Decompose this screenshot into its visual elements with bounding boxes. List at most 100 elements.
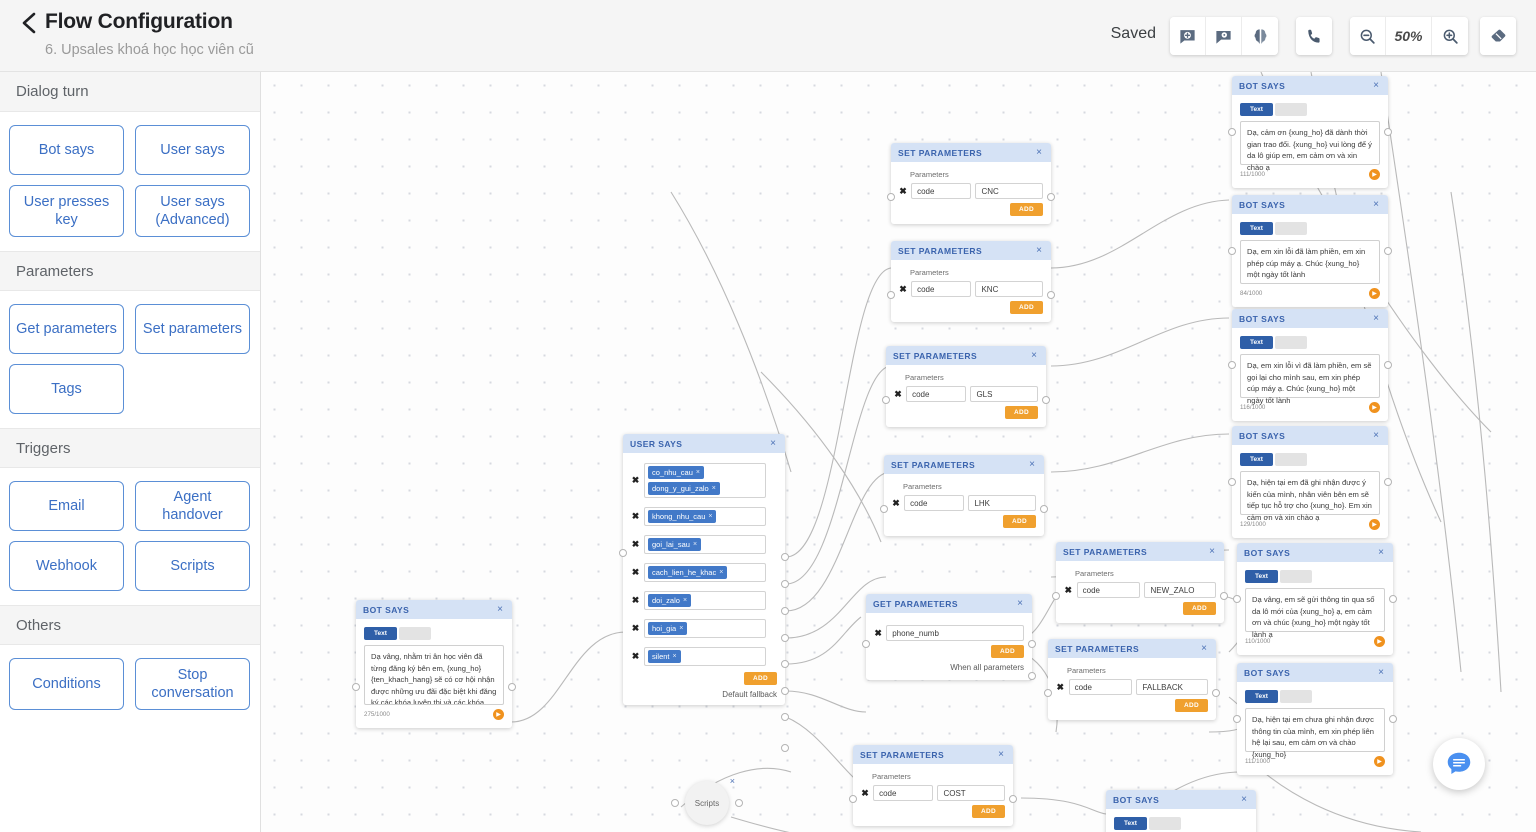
chat-support-button[interactable] bbox=[1433, 738, 1485, 790]
parameter-value-input[interactable]: LHK bbox=[968, 495, 1036, 511]
input-port[interactable] bbox=[849, 795, 857, 803]
input-port[interactable] bbox=[619, 549, 627, 557]
parameter-value-input[interactable]: KNC bbox=[975, 281, 1043, 297]
input-port[interactable] bbox=[1228, 478, 1236, 486]
node-bot-says-3[interactable]: BOT SAYS × Text Dạ, em xin lỗi vì đã làm… bbox=[1228, 309, 1392, 421]
zoom-out-button[interactable] bbox=[1350, 17, 1386, 55]
output-port[interactable] bbox=[1047, 193, 1055, 201]
tab-text[interactable]: Text bbox=[1240, 103, 1273, 116]
sidebar-item-user-presses-key[interactable]: User presses key bbox=[9, 185, 124, 237]
eraser-button[interactable] bbox=[1480, 17, 1516, 55]
tab-placeholder[interactable] bbox=[1279, 690, 1312, 703]
sidebar-item-set-parameters[interactable]: Set parameters bbox=[135, 304, 250, 354]
add-button[interactable]: ADD bbox=[1010, 301, 1043, 314]
node-bot-says-bottom[interactable]: BOT SAYS × Text bbox=[1106, 790, 1256, 832]
when-all-port[interactable] bbox=[1028, 672, 1036, 680]
remove-row-icon[interactable]: ✖ bbox=[861, 788, 869, 799]
sidebar-item-user-says[interactable]: User says bbox=[135, 125, 250, 175]
input-port[interactable] bbox=[880, 505, 888, 513]
output-port[interactable] bbox=[781, 713, 789, 721]
output-port[interactable] bbox=[1389, 715, 1397, 723]
tab-placeholder[interactable] bbox=[1274, 453, 1307, 466]
tab-placeholder[interactable] bbox=[398, 627, 431, 640]
tab-placeholder[interactable] bbox=[1274, 103, 1307, 116]
remove-row-icon[interactable]: ✖ bbox=[892, 498, 900, 509]
close-icon[interactable]: × bbox=[1371, 312, 1381, 326]
add-button[interactable]: ADD bbox=[744, 672, 777, 685]
node-set-parameters-lhk[interactable]: SET PARAMETERS × Parameters ✖ code LHK A… bbox=[880, 455, 1048, 536]
add-button[interactable]: ADD bbox=[1003, 515, 1036, 528]
close-icon[interactable]: × bbox=[996, 748, 1006, 762]
remove-row-icon[interactable]: ✖ bbox=[631, 511, 640, 522]
close-icon[interactable]: × bbox=[1207, 545, 1217, 559]
node-bot-says-4[interactable]: BOT SAYS × Text Dạ, hiện tại em đã ghi n… bbox=[1228, 426, 1392, 538]
tab-placeholder[interactable] bbox=[1274, 222, 1307, 235]
close-icon[interactable]: × bbox=[1371, 198, 1381, 212]
intent-tag[interactable]: goi_lai_sau × bbox=[648, 538, 702, 551]
play-icon[interactable]: ▶ bbox=[1374, 756, 1385, 767]
output-port[interactable] bbox=[508, 683, 516, 691]
remove-row-icon[interactable]: ✖ bbox=[874, 628, 882, 639]
close-icon[interactable]: × bbox=[730, 776, 735, 786]
sidebar-item-user-says-advanced[interactable]: User says (Advanced) bbox=[135, 185, 250, 237]
brain-button[interactable] bbox=[1242, 17, 1278, 55]
remove-row-icon[interactable]: ✖ bbox=[631, 595, 640, 606]
input-port[interactable] bbox=[1233, 715, 1241, 723]
bot-message-text[interactable]: Dạ vâng, nhằm tri ân học viên đã từng đă… bbox=[364, 645, 504, 705]
sidebar-item-get-parameters[interactable]: Get parameters bbox=[9, 304, 124, 354]
intent-tag[interactable]: hoi_gia × bbox=[648, 622, 688, 635]
node-scripts[interactable]: Scripts × bbox=[671, 776, 743, 825]
node-bot-says-2[interactable]: BOT SAYS × Text Dạ, em xin lỗi đã làm ph… bbox=[1228, 195, 1392, 307]
close-icon[interactable]: × bbox=[1376, 666, 1386, 680]
tab-text[interactable]: Text bbox=[1240, 453, 1273, 466]
close-icon[interactable]: × bbox=[495, 603, 505, 617]
sidebar-item-agent-handover[interactable]: Agent handover bbox=[135, 481, 250, 531]
input-port[interactable] bbox=[1228, 247, 1236, 255]
intent-tag-field[interactable]: goi_lai_sau × bbox=[644, 535, 766, 554]
bot-message-text[interactable]: Dạ, hiện tại em chưa ghi nhận được thông… bbox=[1245, 708, 1385, 759]
remove-row-icon[interactable]: ✖ bbox=[631, 567, 640, 578]
tag-remove-icon[interactable]: × bbox=[679, 625, 683, 632]
remove-row-icon[interactable]: ✖ bbox=[1064, 585, 1073, 596]
phone-button[interactable] bbox=[1296, 17, 1332, 55]
node-set-parameters-fallback[interactable]: SET PARAMETERS × Parameters ✖ code FALLB… bbox=[1044, 639, 1220, 720]
output-port[interactable] bbox=[1042, 396, 1050, 404]
sidebar-item-stop-conversation[interactable]: Stop conversation bbox=[135, 658, 250, 710]
node-set-parameters-new-zalo[interactable]: SET PARAMETERS × Parameters ✖ code NEW_Z… bbox=[1052, 542, 1228, 623]
node-user-says[interactable]: USER SAYS × ✖ co_nhu_cau × dong_y_gui_zal… bbox=[619, 434, 789, 752]
bot-message-text[interactable]: Dạ, hiện tại em đã ghi nhận được ý kiến … bbox=[1240, 471, 1380, 522]
parameter-value-input[interactable]: NEW_ZALO bbox=[1144, 582, 1216, 598]
sidebar-item-bot-says[interactable]: Bot says bbox=[9, 125, 124, 175]
close-icon[interactable]: × bbox=[1034, 244, 1044, 258]
intent-tag[interactable]: silent × bbox=[648, 650, 681, 663]
input-port[interactable] bbox=[1233, 595, 1241, 603]
tag-remove-icon[interactable]: × bbox=[719, 569, 723, 576]
intent-tag[interactable]: dong_y_gui_zalo × bbox=[648, 482, 720, 495]
add-button[interactable]: ADD bbox=[1175, 699, 1208, 712]
node-bot-says-1[interactable]: BOT SAYS × Text Dạ, cảm ơn {xung_ho} đã … bbox=[1228, 76, 1392, 188]
tab-text[interactable]: Text bbox=[1245, 690, 1278, 703]
close-icon[interactable]: × bbox=[1029, 349, 1039, 363]
output-port[interactable] bbox=[1389, 595, 1397, 603]
add-button[interactable]: ADD bbox=[972, 805, 1005, 818]
tag-remove-icon[interactable]: × bbox=[708, 513, 712, 520]
play-icon[interactable]: ▶ bbox=[1369, 169, 1380, 180]
parameter-key-input[interactable]: code bbox=[906, 386, 967, 402]
input-port[interactable] bbox=[887, 291, 895, 299]
parameter-value-input[interactable]: GLS bbox=[970, 386, 1038, 402]
output-port[interactable] bbox=[1047, 291, 1055, 299]
tag-remove-icon[interactable]: × bbox=[673, 653, 677, 660]
parameter-key-input[interactable]: code bbox=[873, 785, 934, 801]
intent-tag-field[interactable]: co_nhu_cau × dong_y_gui_zalo × bbox=[644, 463, 766, 498]
close-icon[interactable]: × bbox=[1015, 597, 1025, 611]
tag-remove-icon[interactable]: × bbox=[693, 541, 697, 548]
flow-canvas[interactable]: BOT SAYS × Text Dạ vâng, nhằm tri ân học… bbox=[261, 72, 1536, 832]
close-icon[interactable]: × bbox=[1199, 642, 1209, 656]
play-icon[interactable]: ▶ bbox=[1374, 636, 1385, 647]
tab-text[interactable]: Text bbox=[1245, 570, 1278, 583]
output-port[interactable] bbox=[781, 634, 789, 642]
input-port[interactable] bbox=[862, 640, 870, 648]
output-port[interactable] bbox=[1384, 247, 1392, 255]
input-port[interactable] bbox=[1044, 689, 1052, 697]
intent-tag[interactable]: khong_nhu_cau × bbox=[648, 510, 717, 523]
